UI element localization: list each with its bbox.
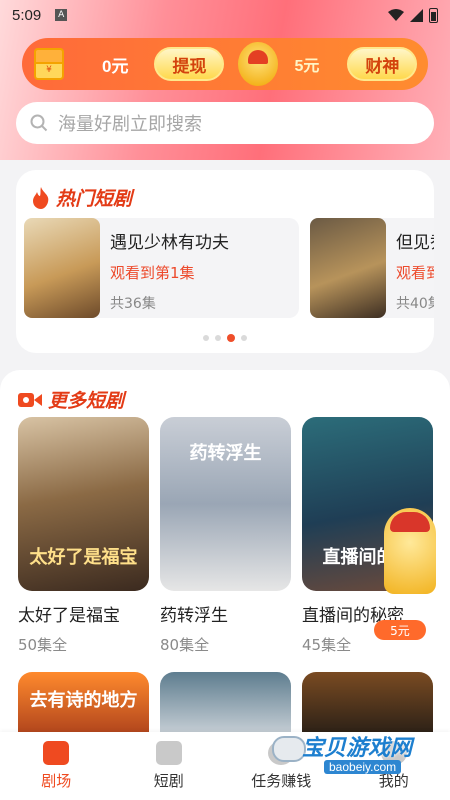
- drama-poster: 太好了是福宝: [18, 417, 149, 591]
- tab-label: 剧场: [41, 772, 72, 790]
- play-icon: [155, 741, 182, 765]
- notification-a-icon: A: [55, 9, 68, 21]
- status-time: 5:09: [12, 6, 42, 24]
- envelope-symbol: ¥: [46, 65, 52, 75]
- wealth-god-hat-icon: [390, 512, 430, 532]
- battery-icon: [429, 7, 438, 23]
- hot-card-episodes: 共40集: [396, 296, 434, 312]
- watermark-domain: baobeiy.com: [324, 760, 402, 774]
- tab-theater[interactable]: 剧场: [0, 732, 113, 800]
- hot-card-thumbnail: [24, 218, 100, 318]
- drama-card[interactable]: 太好了是福宝 太好了是福宝 50集全: [18, 417, 149, 655]
- pagination-dot[interactable]: [215, 335, 221, 341]
- search-placeholder: 海量好剧立即搜索: [58, 114, 202, 135]
- pagination-dot[interactable]: [227, 334, 235, 342]
- hot-card-progress: 观看到第1集: [110, 264, 195, 282]
- hot-card[interactable]: 但见乔 观看到 共40集: [310, 218, 434, 318]
- red-envelope-icon[interactable]: ¥: [34, 48, 64, 80]
- fire-icon: [33, 186, 49, 209]
- hot-card-progress: 观看到: [396, 264, 434, 282]
- poster-title: 去有诗的地方: [29, 690, 138, 711]
- hot-card-episodes: 共36集: [110, 296, 156, 312]
- floating-wealth-god[interactable]: 5元: [374, 508, 440, 640]
- drama-card[interactable]: 药转浮生 药转浮生 80集全: [160, 417, 291, 655]
- drama-poster: 药转浮生: [160, 417, 291, 591]
- hot-section-title: 热门短剧: [32, 184, 132, 211]
- pagination-dot[interactable]: [203, 335, 209, 341]
- more-section-title: 更多短剧: [18, 386, 124, 413]
- hot-title-text: 热门短剧: [56, 188, 133, 210]
- drama-name: 太好了是福宝: [18, 606, 120, 626]
- drama-poster-partial[interactable]: [302, 672, 433, 732]
- poster-title: 太好了是福宝: [29, 547, 138, 568]
- search-bar[interactable]: 海量好剧立即搜索: [16, 102, 434, 144]
- hot-card-thumbnail: [310, 218, 386, 318]
- watermark-name: 宝贝游戏网: [302, 736, 413, 761]
- wealth-god-icon: [238, 42, 279, 86]
- drama-poster-partial[interactable]: 去有诗的地方: [18, 672, 149, 732]
- tab-label: 短剧: [153, 772, 184, 790]
- withdraw-button[interactable]: 提现: [154, 47, 225, 81]
- wealth-god-button[interactable]: 财神: [347, 47, 418, 81]
- poster-title: 药转浮生: [189, 443, 262, 464]
- hot-card-name: 但见乔: [396, 233, 434, 253]
- gamepad-logo-icon: [272, 736, 306, 762]
- status-bar: 5:09 A: [0, 0, 450, 30]
- drama-poster-partial[interactable]: [160, 672, 291, 732]
- drama-episodes: 80集全: [160, 636, 210, 654]
- wifi-icon: [388, 9, 404, 21]
- god-reward-value: 5元: [294, 58, 320, 75]
- drama-episodes: 50集全: [18, 636, 68, 654]
- search-icon: [30, 114, 48, 132]
- signal-icon: [410, 8, 423, 22]
- balance-value: 0元: [102, 56, 129, 76]
- theater-icon: [43, 741, 70, 765]
- hot-carousel[interactable]: 遇见少林有功夫 观看到第1集 共36集 但见乔 观看到 共40集: [24, 218, 434, 326]
- carousel-pagination: [16, 334, 434, 342]
- tab-short-drama[interactable]: 短剧: [113, 732, 226, 800]
- pagination-dot[interactable]: [241, 335, 247, 341]
- hot-card[interactable]: 遇见少林有功夫 观看到第1集 共36集: [24, 218, 299, 318]
- drama-name: 药转浮生: [160, 606, 228, 626]
- hot-card-name: 遇见少林有功夫: [110, 233, 229, 253]
- hot-dramas-panel: 热门短剧 遇见少林有功夫 观看到第1集 共36集 但见乔 观看到 共40集: [16, 170, 434, 353]
- floating-reward-badge: 5元: [374, 620, 426, 640]
- more-title-text: 更多短剧: [48, 390, 125, 412]
- watermark: 宝贝游戏网 baobeiy.com: [272, 730, 442, 782]
- video-camera-icon: [18, 392, 42, 407]
- wallet-bar: ¥ 0元 提现 5元 财神: [22, 38, 428, 90]
